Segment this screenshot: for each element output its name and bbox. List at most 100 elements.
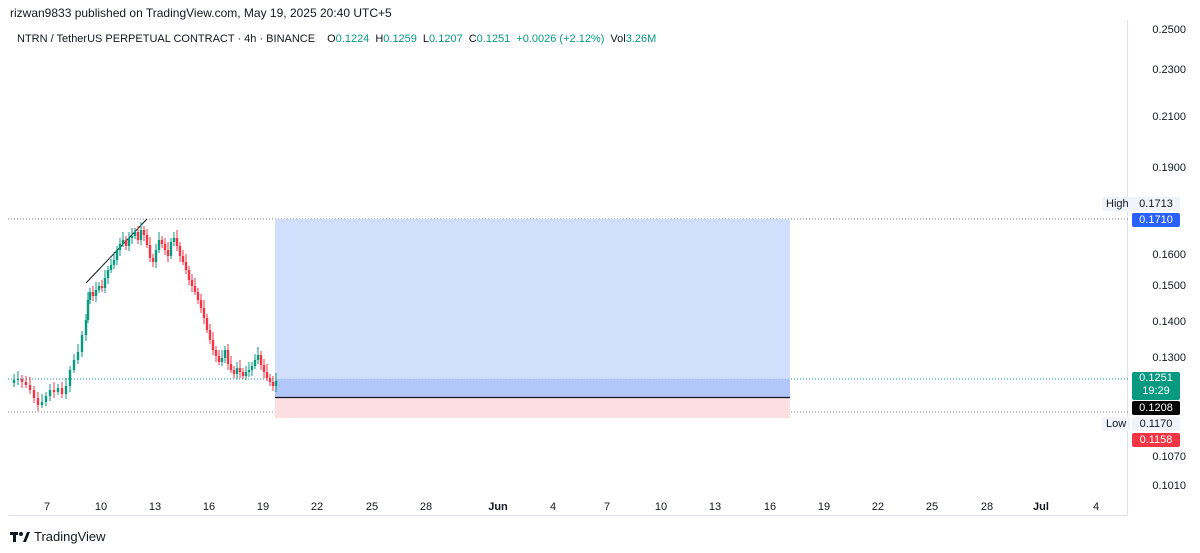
- price-tick: 0.1010: [1152, 480, 1186, 492]
- candle-body: [28, 385, 32, 390]
- high-value: 0.1259: [383, 33, 417, 45]
- volume-value: 3.26M: [625, 33, 657, 45]
- stop-zone: [275, 398, 790, 418]
- tradingview-logo-icon: [10, 531, 30, 542]
- chart-canvas: [8, 218, 1128, 418]
- target-price-tag: 0.1710: [1132, 213, 1180, 227]
- candle-body: [80, 335, 84, 352]
- stop-price-tag: 0.1158: [1132, 433, 1180, 447]
- brand-name: TradingView: [34, 529, 106, 544]
- candle-body: [130, 236, 134, 238]
- candle-body: [84, 320, 88, 335]
- time-label: 13: [148, 501, 162, 513]
- time-label: 22: [871, 501, 885, 513]
- candle-body: [94, 290, 98, 296]
- candle-body: [271, 382, 275, 386]
- candle-body: [196, 292, 200, 300]
- price-tick: 0.2300: [1152, 64, 1186, 76]
- open-key: O: [327, 33, 336, 45]
- candle-body: [229, 364, 233, 370]
- close-value: 0.1251: [476, 33, 511, 45]
- time-label: 16: [763, 501, 777, 513]
- candle-body: [208, 330, 212, 340]
- candle-body: [16, 379, 20, 380]
- candle-body: [115, 250, 119, 260]
- candle-body: [100, 286, 104, 288]
- candle-body: [127, 238, 131, 246]
- candle-body: [118, 244, 122, 250]
- volume-key: Vol: [610, 33, 626, 45]
- time-label: 4: [1092, 501, 1100, 513]
- candle-body: [232, 370, 236, 374]
- time-label: 28: [980, 501, 994, 513]
- candle-body: [190, 280, 194, 286]
- candle-body: [268, 378, 272, 382]
- candle-body: [48, 390, 52, 396]
- candle-body: [235, 368, 239, 374]
- candle-body: [238, 368, 242, 372]
- candle-body: [91, 292, 95, 296]
- candle-body: [106, 270, 110, 278]
- candle-body: [142, 230, 146, 235]
- candle-body: [181, 256, 185, 262]
- time-label: 7: [603, 501, 611, 513]
- candle-body: [72, 360, 76, 370]
- candle-body: [166, 250, 170, 256]
- candle-body: [259, 355, 263, 365]
- candle-body: [97, 286, 101, 290]
- price-tick: 0.2100: [1152, 111, 1186, 123]
- candle-body: [124, 240, 128, 246]
- time-label-month: Jun: [488, 501, 508, 513]
- change-value: +0.0026 (+2.12%): [516, 33, 605, 45]
- candle-body: [163, 244, 167, 250]
- candle-body: [274, 381, 278, 386]
- symbol-legend[interactable]: NTRN / TetherUS PERPETUAL CONTRACT · 4h …: [17, 33, 656, 45]
- candle-body: [139, 230, 143, 240]
- candle-body: [112, 260, 116, 265]
- time-label-month: Jul: [1033, 501, 1049, 513]
- candle-body: [226, 350, 230, 364]
- candle-body: [151, 258, 155, 262]
- tradingview-brand[interactable]: TradingView: [10, 529, 106, 544]
- time-label: 22: [310, 501, 324, 513]
- candle-body: [136, 232, 140, 240]
- candle-body: [56, 388, 60, 392]
- candle-body: [253, 360, 257, 366]
- candle-body: [148, 245, 152, 258]
- candle-body: [250, 366, 254, 370]
- candle-body: [247, 370, 251, 372]
- candle-body: [20, 379, 24, 382]
- target-zone: [275, 219, 790, 398]
- candles-group: [12, 222, 278, 411]
- price-tick: 0.1900: [1152, 162, 1186, 174]
- target-zone-lower: [275, 379, 790, 398]
- candle-body: [262, 365, 266, 372]
- candle-body: [109, 265, 113, 270]
- symbol-title: NTRN / TetherUS PERPETUAL CONTRACT · 4h …: [17, 33, 316, 45]
- price-tick: 0.1600: [1152, 249, 1186, 261]
- last-price-tag: 0.1251 19:29: [1132, 372, 1180, 400]
- high-value-tag: 0.1713: [1132, 197, 1180, 211]
- candle-body: [86, 300, 90, 320]
- time-label: 7: [43, 501, 51, 513]
- candle-body: [52, 390, 56, 392]
- candle-body: [199, 300, 203, 308]
- candle-body: [145, 235, 149, 245]
- candle-body: [44, 396, 48, 402]
- candle-body: [154, 250, 158, 262]
- countdown-value: 19:29: [1142, 385, 1170, 397]
- entry-price-tag: 0.1208: [1132, 401, 1180, 415]
- candle-body: [133, 232, 137, 236]
- price-tick: 0.2500: [1152, 24, 1186, 36]
- candle-body: [157, 240, 161, 250]
- candle-body: [202, 308, 206, 318]
- candle-body: [88, 292, 92, 300]
- time-label: 19: [817, 501, 831, 513]
- candle-body: [187, 270, 191, 280]
- high-key: H: [375, 33, 384, 45]
- candle-body: [40, 402, 44, 405]
- low-value-tag: 0.1170: [1132, 417, 1180, 431]
- time-label: 10: [94, 501, 108, 513]
- time-label: 13: [708, 501, 722, 513]
- price-tick: 0.1300: [1152, 352, 1186, 364]
